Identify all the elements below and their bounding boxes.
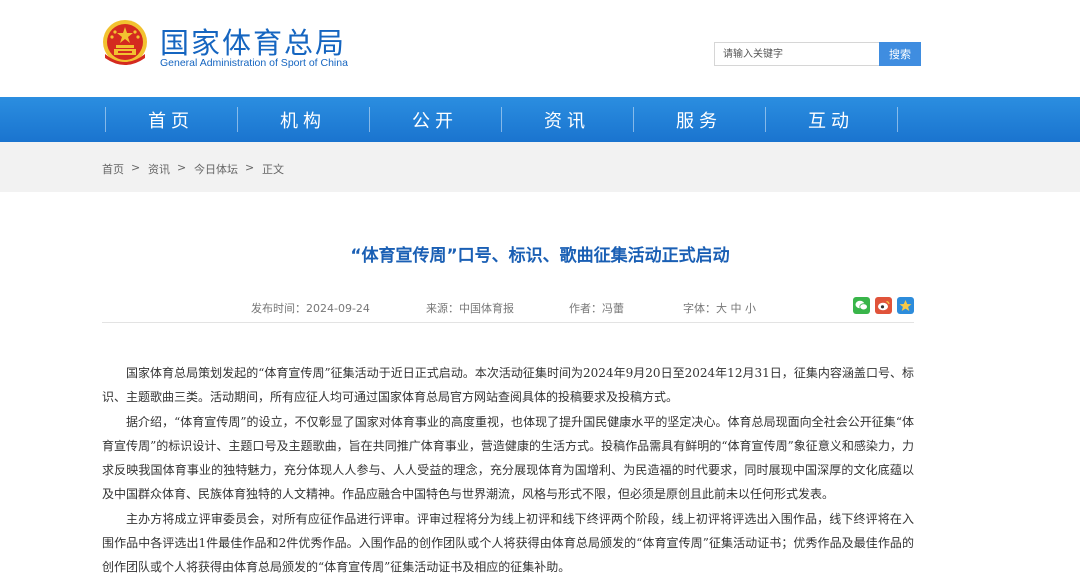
- qzone-icon[interactable]: [897, 297, 914, 314]
- search-input[interactable]: [714, 42, 879, 66]
- article-author: 作者：冯蕾: [569, 302, 624, 315]
- breadcrumb-separator: >: [245, 161, 255, 174]
- national-emblem-icon[interactable]: [101, 18, 149, 68]
- article-paragraph: 国家体育总局策划发起的“体育宣传周”征集活动于近日正式启动。本次活动征集时间为2…: [102, 366, 914, 405]
- breadcrumb-separator: >: [131, 161, 141, 174]
- breadcrumb-news[interactable]: 资讯: [148, 161, 170, 177]
- nav-item-interaction[interactable]: 互动: [765, 97, 897, 142]
- nav-item-organization[interactable]: 机构: [237, 97, 369, 142]
- weibo-icon[interactable]: [875, 297, 892, 314]
- breadcrumb-current: 正文: [262, 163, 284, 176]
- font-size-selector[interactable]: 字体：大 中 小: [683, 300, 756, 316]
- article-paragraph: 主办方将成立评审委员会，对所有应征作品进行评审。评审过程将分为线上初评和线下终评…: [102, 511, 914, 575]
- search-button[interactable]: 搜索: [879, 42, 921, 66]
- article-source: 来源：中国体育报: [426, 302, 514, 315]
- article-body: 国家体育总局策划发起的“体育宣传周”征集活动于近日正式启动。本次活动征集时间为2…: [102, 361, 914, 577]
- breadcrumb-today-sports[interactable]: 今日体坛: [194, 161, 238, 177]
- nav-item-home[interactable]: 首页: [105, 97, 237, 142]
- site-header: 国家体育总局 General Administration of Sport o…: [0, 0, 1080, 97]
- wechat-icon[interactable]: [853, 297, 870, 314]
- breadcrumb-home[interactable]: 首页: [102, 161, 124, 177]
- nav-item-services[interactable]: 服务: [633, 97, 765, 142]
- publish-time: 发布时间：2024-09-24: [251, 302, 370, 315]
- meta-divider: [102, 322, 914, 323]
- main-nav: 首页 机构 公开 资讯 服务 互动: [0, 97, 1080, 142]
- breadcrumb-separator: >: [177, 161, 187, 174]
- article-paragraph: 据介绍，“体育宣传周”的设立，不仅彰显了国家对体育事业的高度重视，也体现了提升国…: [102, 414, 914, 502]
- site-title[interactable]: 国家体育总局: [160, 20, 346, 62]
- nav-item-public[interactable]: 公开: [369, 97, 501, 142]
- nav-divider: [897, 107, 898, 132]
- article-title: “体育宣传周”口号、标识、歌曲征集活动正式启动: [350, 246, 730, 266]
- site-subtitle: General Administration of Sport of China: [160, 57, 348, 69]
- nav-item-news[interactable]: 资讯: [501, 97, 633, 142]
